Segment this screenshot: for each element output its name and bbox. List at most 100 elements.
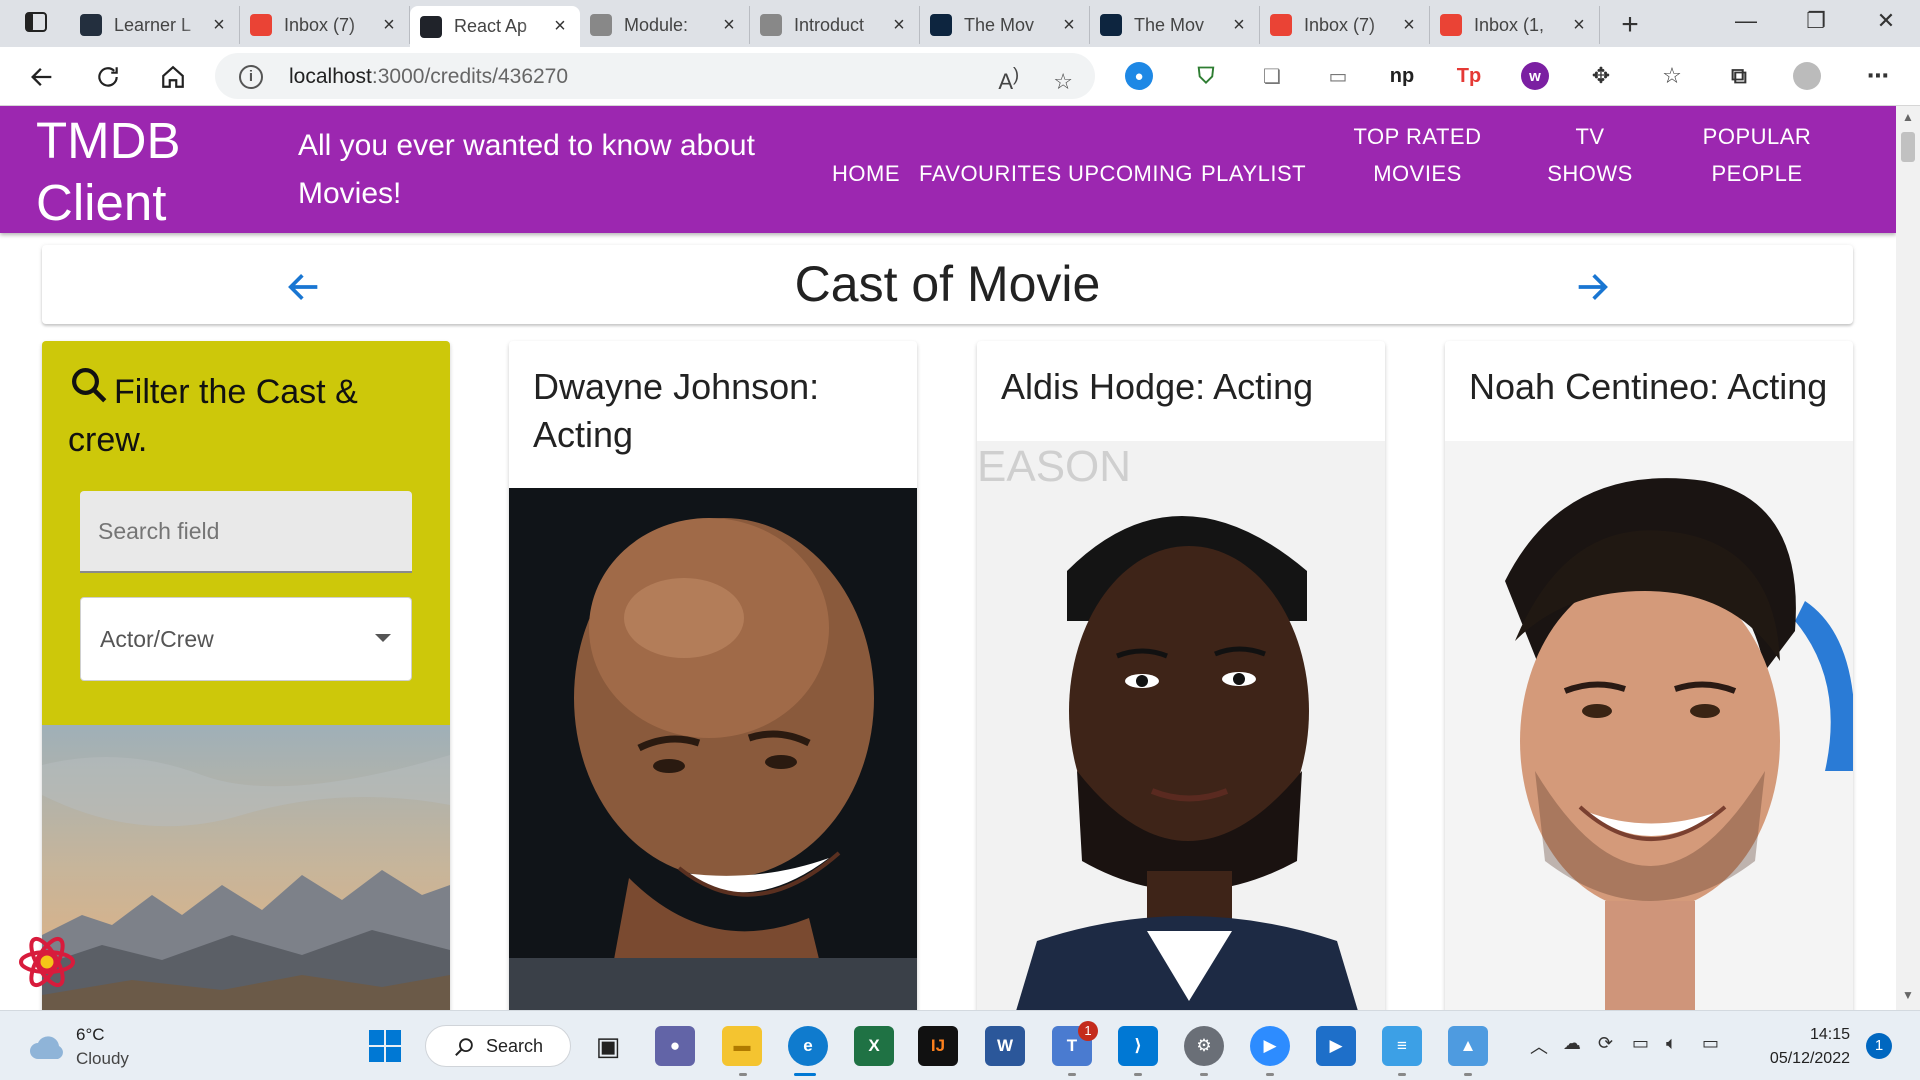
restore-button[interactable]: ❐	[1796, 8, 1836, 34]
tmdb-icon	[1100, 14, 1122, 36]
extension-copy-icon[interactable]: ❏	[1258, 62, 1286, 90]
page-scrollbar[interactable]: ▲ ▼	[1896, 106, 1920, 1010]
more-menu-icon[interactable]: ⋯	[1864, 62, 1892, 90]
zoom-icon[interactable]: ▶	[1250, 1026, 1290, 1066]
browser-tab-title: Inbox (7)	[1304, 14, 1376, 35]
browser-tab[interactable]: Inbox (7) ×	[1260, 6, 1430, 44]
svg-text:EASON: EASON	[977, 442, 1131, 491]
filter-card: Filter the Cast & crew. Actor/Crew	[42, 341, 450, 1010]
photos-icon[interactable]: ▲	[1448, 1026, 1488, 1066]
nav-favourites[interactable]: FAVOURITES	[919, 155, 1062, 192]
nav-popular-people[interactable]: POPULAR PEOPLE	[1690, 118, 1824, 192]
browser-tab[interactable]: Inbox (1, ×	[1430, 6, 1600, 44]
close-tab-icon[interactable]: ×	[209, 14, 229, 37]
next-page-button[interactable]	[1566, 261, 1618, 313]
nav-upcoming[interactable]: UPCOMING	[1068, 155, 1193, 192]
notepad-icon[interactable]: ≡	[1382, 1026, 1422, 1066]
settings-gear-icon[interactable]: ⚙	[1184, 1026, 1224, 1066]
close-tab-icon[interactable]: ×	[1059, 14, 1079, 37]
site-info-icon[interactable]: i	[239, 65, 263, 89]
close-tab-icon[interactable]: ×	[1399, 14, 1419, 37]
browser-tab[interactable]: Introduct ×	[750, 6, 920, 44]
close-tab-icon[interactable]: ×	[1229, 14, 1249, 37]
system-clock[interactable]: 14:15 05/12/2022	[1750, 1023, 1850, 1071]
extension-icon[interactable]: ●	[1125, 62, 1153, 90]
taskbar-search-label: Search	[486, 1036, 544, 1056]
network-icon[interactable]: ▭	[1632, 1033, 1649, 1054]
cast-card[interactable]: Dwayne Johnson: Acting	[509, 341, 917, 1010]
sync-icon[interactable]: ⟳	[1598, 1033, 1613, 1054]
close-tab-icon[interactable]: ×	[719, 14, 739, 37]
media-player-icon[interactable]: ▶	[1316, 1026, 1356, 1066]
profile-avatar[interactable]	[1793, 62, 1821, 90]
cast-card[interactable]: Aldis Hodge: Acting EASON	[977, 341, 1385, 1010]
close-window-button[interactable]: ✕	[1866, 8, 1906, 34]
vscode-icon[interactable]: ⟩	[1118, 1026, 1158, 1066]
onedrive-icon[interactable]: ☁	[1563, 1033, 1581, 1054]
close-tab-icon[interactable]: ×	[550, 15, 570, 38]
minimize-button[interactable]: —	[1726, 8, 1766, 34]
brand-title[interactable]: TMDB Client	[36, 110, 266, 234]
nav-playlist[interactable]: PLAYLIST	[1201, 155, 1306, 192]
new-tab-button[interactable]: +	[1615, 8, 1645, 42]
extension-shield-icon[interactable]: ⛉	[1192, 62, 1220, 90]
browser-tab[interactable]: Inbox (7) ×	[240, 6, 410, 44]
extension-np-icon[interactable]: np	[1388, 62, 1416, 90]
back-button[interactable]	[26, 61, 58, 93]
extension-tp-icon[interactable]: Tp	[1455, 62, 1483, 90]
browser-tab[interactable]: The Mov ×	[1090, 6, 1260, 44]
scroll-up-icon[interactable]: ▲	[1902, 110, 1914, 124]
extension-w-icon[interactable]: w	[1521, 62, 1549, 90]
home-button[interactable]	[157, 61, 189, 93]
add-favorite-icon[interactable]: ☆	[1053, 69, 1073, 94]
excel-icon[interactable]: X	[854, 1026, 894, 1066]
close-tab-icon[interactable]: ×	[379, 14, 399, 37]
nav-home[interactable]: HOME	[832, 155, 900, 192]
chat-icon[interactable]: ●	[655, 1026, 695, 1066]
scroll-thumb[interactable]	[1901, 132, 1915, 162]
search-field[interactable]	[80, 491, 412, 573]
address-bar[interactable]: i localhost:3000/credits/436270 A) ☆	[215, 53, 1095, 99]
extension-page-icon[interactable]: ▭	[1324, 62, 1352, 90]
file-explorer-icon[interactable]: ▬	[722, 1026, 762, 1066]
taskbar-search[interactable]: Search	[425, 1025, 571, 1067]
react-devtools-icon[interactable]	[17, 932, 77, 992]
nav-tv-shows[interactable]: TV SHOWS	[1535, 118, 1645, 192]
role-select-value: Actor/Crew	[100, 626, 214, 652]
close-tab-icon[interactable]: ×	[889, 14, 909, 37]
notification-badge[interactable]: 1	[1866, 1033, 1892, 1059]
start-button[interactable]	[365, 1026, 405, 1066]
cast-card[interactable]: Noah Centineo: Acting	[1445, 341, 1853, 1010]
browser-tab[interactable]: React Ap ×	[410, 6, 580, 47]
cast-photo-image[interactable]: EASON	[977, 441, 1385, 1010]
scroll-down-icon[interactable]: ▼	[1902, 988, 1914, 1002]
read-aloud-icon[interactable]: A)	[998, 64, 1019, 94]
search-input[interactable]	[80, 491, 412, 571]
favorites-icon[interactable]: ☆	[1658, 62, 1686, 90]
role-select[interactable]: Actor/Crew	[80, 597, 412, 681]
collections-icon[interactable]: ⧉	[1725, 62, 1753, 90]
cast-photo-image[interactable]	[509, 488, 917, 1010]
browser-toolbar: i localhost:3000/credits/436270 A) ☆	[0, 47, 1920, 106]
url-text[interactable]: localhost:3000/credits/436270	[289, 65, 568, 89]
page-viewport: TMDB Client All you ever wanted to know …	[0, 106, 1896, 1010]
browser-tab-strip: Learner L × Inbox (7) × React Ap × Module: × Int…	[0, 0, 1920, 47]
battery-icon[interactable]: ▭	[1702, 1033, 1719, 1054]
tab-actions-icon	[25, 12, 47, 32]
edge-browser-icon[interactable]: e	[788, 1026, 828, 1066]
refresh-button[interactable]	[92, 61, 124, 93]
browser-tab[interactable]: Module: ×	[580, 6, 750, 44]
browser-tab[interactable]: The Mov ×	[920, 6, 1090, 44]
tab-actions-button[interactable]	[14, 10, 58, 38]
word-icon[interactable]: W	[985, 1026, 1025, 1066]
cast-photo-image[interactable]	[1445, 441, 1853, 1010]
task-view-icon[interactable]: ▣	[588, 1026, 628, 1066]
volume-icon[interactable]: 🔈︎	[1666, 1033, 1677, 1054]
browser-tab[interactable]: Learner L ×	[70, 6, 240, 44]
intellij-icon[interactable]: IJ	[918, 1026, 958, 1066]
tray-chevron-icon[interactable]: ︿	[1530, 1033, 1548, 1059]
nav-top-rated-movies[interactable]: TOP RATED MOVIES	[1350, 118, 1485, 192]
extensions-puzzle-icon[interactable]: ✥	[1587, 62, 1615, 90]
refresh-icon	[98, 67, 118, 87]
close-tab-icon[interactable]: ×	[1569, 14, 1589, 37]
